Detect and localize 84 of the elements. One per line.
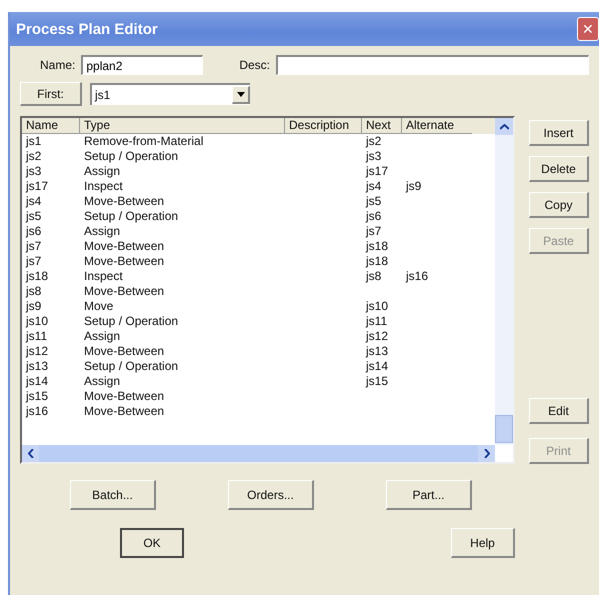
first-button[interactable]: First: (20, 82, 82, 106)
table-cell-text: js18 (364, 254, 390, 269)
table-cell-text: js17 (24, 179, 50, 194)
column-header[interactable]: Name (22, 118, 80, 134)
table-cell-text: js14 (24, 374, 50, 389)
horizontal-scrollbar[interactable] (22, 445, 495, 462)
table-cell-text: js14 (364, 359, 390, 374)
table-cell-text: Move-Between (83, 404, 166, 419)
vertical-scrollbar[interactable] (495, 118, 513, 445)
table-cell-text: js3 (364, 149, 382, 164)
table-cell-text: js4 (24, 194, 42, 209)
table-cell-text: js17 (364, 164, 390, 179)
table-cell-text: js7 (24, 239, 42, 254)
table-cell-text: js2 (24, 149, 42, 164)
table-cell-text: Assign (83, 374, 122, 389)
table-cell-text: Setup / Operation (83, 209, 180, 224)
column-header[interactable]: Alternate (402, 118, 472, 134)
table-cell-text: Move-Between (83, 254, 166, 269)
table-cell-text: js13 (364, 344, 390, 359)
name-field[interactable]: pplan2 (81, 55, 204, 75)
table-cell-text: js9 (404, 179, 422, 194)
table-cell-text: Move-Between (83, 194, 166, 209)
table-cell-text: js7 (24, 254, 42, 269)
name-label: Name: (40, 58, 76, 72)
table-cell-text: Inspect (83, 269, 124, 284)
table-cell-text: Move-Between (83, 284, 166, 299)
desc-field[interactable] (276, 55, 589, 75)
table-cell-text: Move-Between (83, 239, 166, 254)
table-cell-text: js10 (24, 314, 50, 329)
table-cell-text: js12 (364, 329, 390, 344)
dialog-button[interactable]: Batch... (70, 480, 156, 510)
table-cell-text: Move-Between (83, 389, 166, 404)
help-button[interactable]: Help (451, 528, 515, 558)
table-cell-text: js13 (24, 359, 50, 374)
dialog-button[interactable]: Part... (386, 480, 472, 510)
scroll-left-icon[interactable] (22, 445, 39, 462)
ok-button[interactable]: OK (120, 528, 184, 558)
close-button[interactable]: ✕ (577, 17, 599, 41)
table-cell-text: Inspect (83, 179, 124, 194)
table-cell-text: Assign (83, 329, 122, 344)
table-cell-text: js1 (24, 134, 42, 149)
table-cell-text: js16 (24, 404, 50, 419)
table-cell-text: js6 (364, 209, 382, 224)
table-cell-text: js15 (24, 389, 50, 404)
scroll-right-icon[interactable] (478, 445, 495, 462)
scroll-thumb[interactable] (495, 415, 513, 443)
table-cell-text: Remove-from-Material (83, 134, 204, 149)
table-cell-text: js3 (24, 164, 42, 179)
table-cell-text: js15 (364, 374, 390, 389)
table-cell-text: js2 (364, 134, 382, 149)
table-cell-text: Move (83, 299, 114, 314)
table-cell-text: js10 (364, 299, 390, 314)
table-cell-text: js11 (364, 314, 388, 329)
table-cell-text: js8 (364, 269, 382, 284)
table-cell-text: js9 (24, 299, 42, 314)
dialog-button[interactable]: Orders... (228, 480, 314, 510)
table-cell-text: js4 (364, 179, 382, 194)
window-title: Process Plan Editor (16, 20, 158, 38)
table-cell-text: Setup / Operation (83, 359, 180, 374)
column-header[interactable]: Next (362, 118, 402, 134)
table-cell-text: js5 (24, 209, 42, 224)
table-cell-text: Move-Between (83, 344, 166, 359)
table-cell-text: js18 (24, 269, 50, 284)
table-cell-text: Assign (83, 224, 122, 239)
side-button[interactable]: Copy (529, 192, 589, 218)
table-cell-text: js16 (404, 269, 430, 284)
table-cell-text: Setup / Operation (83, 149, 180, 164)
first-dropdown[interactable]: js1 (90, 83, 250, 105)
desc-label: Desc: (239, 58, 270, 72)
table-cell-text: Setup / Operation (83, 314, 180, 329)
table-cell-text: js18 (364, 239, 390, 254)
table-cell-text: Assign (83, 164, 122, 179)
table-cell-text: js12 (24, 344, 50, 359)
table-cell-text: js6 (24, 224, 42, 239)
side-button[interactable]: Insert (529, 120, 589, 146)
table-cell-text: js11 (24, 329, 48, 344)
column-header[interactable]: Description (285, 118, 362, 134)
table-cell-text: js7 (364, 224, 382, 239)
table-cell-text: js5 (364, 194, 382, 209)
table-cell-text: js8 (24, 284, 42, 299)
side-button[interactable]: Edit (529, 398, 589, 424)
scroll-up-icon[interactable] (495, 118, 513, 135)
side-button[interactable]: Delete (529, 156, 589, 182)
column-header[interactable]: Type (80, 118, 285, 134)
